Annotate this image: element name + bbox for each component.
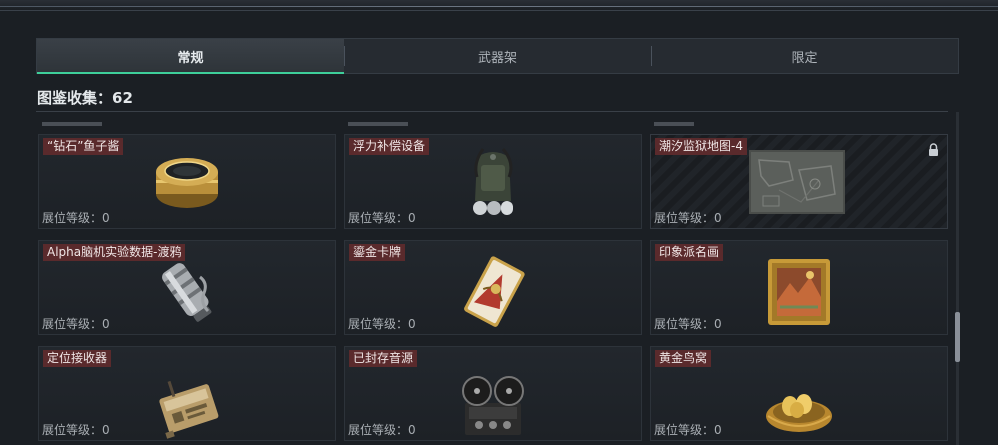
top-frame [0, 0, 998, 11]
item-card-locator-receiver[interactable]: 定位接收器 展位等级：0 [38, 346, 336, 441]
item-name: 已封存音源 [349, 350, 418, 367]
golden-nest-icon [766, 393, 832, 432]
divider [36, 111, 948, 112]
scrollbar-thumb[interactable] [955, 312, 960, 362]
item-level: 展位等级：0 [348, 317, 416, 331]
item-level: 展位等级：0 [654, 317, 722, 331]
item-name: 浮力补偿设备 [349, 138, 430, 155]
gilded-card-icon [464, 255, 525, 327]
item-name: 潮汐监狱地图-4 [655, 138, 747, 155]
tab-regular[interactable]: 常规 [37, 39, 344, 74]
item-card-gilded-card[interactable]: 鎏金卡牌 展位等级：0 [344, 240, 642, 335]
partial-row-label [42, 122, 102, 126]
partial-row-label [654, 122, 694, 126]
scrollbar-track[interactable] [956, 112, 959, 445]
tab-limited[interactable]: 限定 [651, 39, 958, 73]
item-card-buoyancy[interactable]: 浮力补偿设备 展位等级：0 [344, 134, 642, 229]
item-grid: “钻石”鱼子酱 展位等级：0 浮力补偿设备 展位等级：0 潮汐监狱地图-4 展位… [38, 122, 950, 445]
data-canister-icon [162, 262, 212, 322]
tab-weapon-rack[interactable]: 武器架 [344, 39, 651, 73]
collection-count: 图鉴收集：62 [37, 89, 133, 107]
item-level: 展位等级：0 [654, 211, 722, 225]
item-card-alpha-data[interactable]: Alpha脑机实验数据-渡鸦 展位等级：0 [38, 240, 336, 335]
caviar-tin-icon [156, 157, 218, 208]
map-icon [749, 149, 845, 214]
buoyancy-device-icon [473, 147, 513, 215]
item-level: 展位等级：0 [42, 211, 110, 225]
item-name: 印象派名画 [655, 244, 724, 261]
item-name: 黄金鸟窝 [655, 350, 712, 367]
item-level: 展位等级：0 [42, 317, 110, 331]
painting-icon [768, 258, 830, 325]
category-tabs: 常规 武器架 限定 [36, 38, 959, 74]
item-card-sealed-audio[interactable]: 已封存音源 展位等级：0 [344, 346, 642, 441]
item-name: “钻石”鱼子酱 [43, 138, 124, 155]
item-name: 定位接收器 [43, 350, 112, 367]
item-level: 展位等级：0 [348, 211, 416, 225]
receiver-icon [159, 380, 219, 439]
item-level: 展位等级：0 [42, 423, 110, 437]
item-card-caviar[interactable]: “钻石”鱼子酱 展位等级：0 [38, 134, 336, 229]
item-level: 展位等级：0 [348, 423, 416, 437]
item-level: 展位等级：0 [654, 423, 722, 437]
reel-recorder-icon [462, 375, 524, 435]
lock-icon [929, 143, 938, 156]
item-card-golden-nest[interactable]: 黄金鸟窝 展位等级：0 [650, 346, 948, 441]
item-name: 鎏金卡牌 [349, 244, 406, 261]
item-card-impressionist-painting[interactable]: 印象派名画 展位等级：0 [650, 240, 948, 335]
partial-row-label [348, 122, 408, 126]
item-card-tide-prison-map[interactable]: 潮汐监狱地图-4 展位等级：0 [650, 134, 948, 229]
